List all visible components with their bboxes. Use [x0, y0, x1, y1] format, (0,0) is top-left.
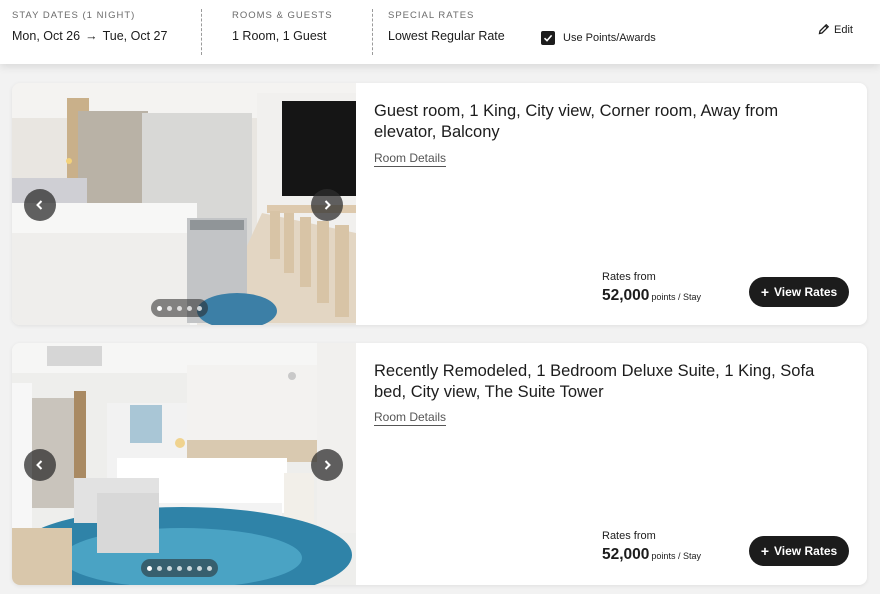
photo-dot[interactable]: [187, 305, 192, 311]
view-rates-label: View Rates: [774, 544, 838, 558]
special-rates-value: Lowest Regular Rate: [388, 29, 505, 43]
rooms-guests-value: 1 Room, 1 Guest: [232, 29, 327, 43]
view-rates-label: View Rates: [774, 285, 838, 299]
rooms-guests-label: ROOMS & GUESTS: [232, 10, 333, 21]
chevron-left-icon: [36, 460, 43, 470]
plus-icon: +: [760, 284, 770, 300]
arrow-right-icon: →: [85, 29, 98, 43]
photo-dot[interactable]: [167, 565, 172, 571]
edit-label: Edit: [834, 24, 853, 36]
previous-photo-button[interactable]: [24, 189, 56, 221]
room-title: Guest room, 1 King, City view, Corner ro…: [374, 102, 779, 141]
header-divider: [372, 9, 373, 55]
photo-pagination-dots: [141, 559, 218, 577]
rate-points: 52,000: [602, 287, 650, 304]
room-photo-carousel[interactable]: [12, 83, 356, 325]
photo-dot[interactable]: [187, 565, 192, 571]
rates-from-label: Rates from: [602, 271, 656, 283]
photo-dot[interactable]: [147, 565, 152, 571]
view-rates-button[interactable]: + View Rates: [749, 536, 849, 566]
photo-dot[interactable]: [157, 565, 162, 571]
rates-from-label: Rates from: [602, 530, 656, 542]
room-photo-carousel[interactable]: [12, 343, 356, 585]
rate-points: 52,000: [602, 546, 650, 563]
search-summary-bar: STAY DATES (1 NIGHT) Mon, Oct 26 → Tue, Oc…: [0, 0, 880, 64]
room-details-link[interactable]: Room Details: [374, 410, 447, 426]
edit-button[interactable]: Edit: [818, 23, 853, 36]
room-photo: [12, 83, 356, 325]
rate-value: 52,000 points / Stay: [602, 287, 701, 305]
photo-dot[interactable]: [207, 565, 212, 571]
stay-dates-value: Mon, Oct 26 → Tue, Oct 27: [12, 29, 167, 44]
photo-dot[interactable]: [157, 305, 162, 311]
chevron-right-icon: [324, 460, 331, 470]
chevron-left-icon: [36, 200, 43, 210]
photo-dot[interactable]: [167, 305, 172, 311]
room-card: Recently Remodeled, 1 Bedroom Deluxe Sui…: [12, 343, 867, 585]
stay-dates-section[interactable]: STAY DATES (1 NIGHT) Mon, Oct 26 → Tue, Oc…: [12, 10, 167, 44]
checkmark-icon: [543, 34, 553, 42]
photo-pagination-dots: [151, 299, 208, 317]
photo-dot[interactable]: [177, 565, 182, 571]
special-rates-label: SPECIAL RATES: [388, 10, 475, 21]
rooms-guests-section[interactable]: ROOMS & GUESTS 1 Room, 1 Guest: [232, 10, 333, 44]
room-card: Guest room, 1 King, City view, Corner ro…: [12, 83, 867, 325]
plus-icon: +: [760, 543, 770, 559]
room-details-link[interactable]: Room Details: [374, 151, 447, 167]
photo-dot[interactable]: [177, 305, 182, 311]
next-photo-button[interactable]: [311, 189, 343, 221]
special-rates-section[interactable]: SPECIAL RATES Lowest Regular Rate: [388, 10, 505, 44]
photo-dot[interactable]: [197, 565, 202, 571]
use-points-checkbox[interactable]: [541, 31, 555, 45]
rate-unit: points / Stay: [651, 292, 701, 302]
rate-unit: points / Stay: [651, 551, 701, 561]
use-points-label[interactable]: Use Points/Awards: [563, 32, 656, 44]
check-in-date: Mon, Oct 26: [12, 29, 81, 43]
stay-dates-label: STAY DATES (1 NIGHT): [12, 10, 136, 21]
pencil-icon: [818, 23, 830, 35]
rate-value: 52,000 points / Stay: [602, 546, 701, 564]
previous-photo-button[interactable]: [24, 449, 56, 481]
view-rates-button[interactable]: + View Rates: [749, 277, 849, 307]
room-photo: [12, 343, 356, 585]
check-out-date: Tue, Oct 27: [102, 29, 168, 43]
photo-dot[interactable]: [197, 305, 202, 311]
next-photo-button[interactable]: [311, 449, 343, 481]
chevron-right-icon: [324, 200, 331, 210]
header-divider: [201, 9, 202, 55]
room-title: Recently Remodeled, 1 Bedroom Deluxe Sui…: [374, 362, 815, 401]
